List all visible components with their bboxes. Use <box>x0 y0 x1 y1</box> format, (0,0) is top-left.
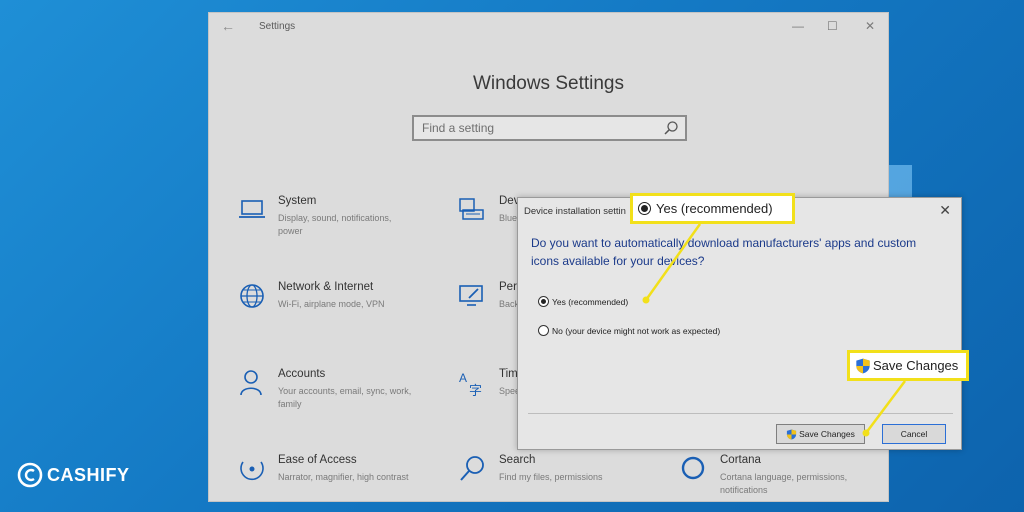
device-installation-dialog: Device installation settin ✕ Do you want… <box>517 197 962 450</box>
tile-desc: Narrator, magnifier, high contrast <box>278 472 409 482</box>
dialog-close-icon[interactable]: ✕ <box>939 202 951 219</box>
search-magnifier-icon[interactable] <box>663 120 679 136</box>
cancel-button[interactable]: Cancel <box>882 424 946 444</box>
radio-label: No (your device might not work as expect… <box>552 325 721 336</box>
save-changes-button[interactable]: Save Changes <box>776 424 865 444</box>
cashify-logo-text: CASHIFY <box>47 464 130 485</box>
tile-title: Network & Internet <box>278 281 374 293</box>
tile-title: Accounts <box>278 368 326 380</box>
dialog-divider <box>528 413 953 414</box>
callout-radio-icon <box>638 202 651 215</box>
search-input[interactable] <box>414 117 685 139</box>
radio-option-yes[interactable]: Yes (recommended) <box>538 296 628 307</box>
uac-shield-icon <box>787 428 797 440</box>
save-changes-label: Save Changes <box>799 429 855 439</box>
ease-of-access-icon <box>240 461 264 481</box>
cancel-label: Cancel <box>900 429 928 439</box>
callout-yes-text: Yes (recommended) <box>656 201 773 216</box>
svg-text:A: A <box>459 371 467 385</box>
devices-icon <box>459 198 484 220</box>
tile-desc: Wi-Fi, airplane mode, VPN <box>278 299 385 309</box>
radio-unselected-icon[interactable] <box>538 325 549 336</box>
dialog-question: Do you want to automatically download ma… <box>531 236 917 268</box>
cashify-logo: CASHIFY <box>17 462 130 488</box>
titlebar: ← Settings — ☐ ✕ <box>209 13 888 41</box>
laptop-icon <box>239 200 265 218</box>
callout-shield-icon <box>856 358 870 373</box>
maximize-icon[interactable]: ☐ <box>827 19 838 33</box>
window-title: Settings <box>259 21 296 32</box>
svg-text:字: 字 <box>469 383 482 398</box>
minimize-icon[interactable]: — <box>792 19 804 33</box>
radio-label: Yes (recommended) <box>552 296 629 307</box>
tile-desc: Display, sound, notifications, power <box>278 213 392 236</box>
callout-save-text: Save Changes <box>873 358 959 373</box>
tile-desc: Your accounts, email, sync, work, family <box>278 386 412 409</box>
callout-yes-recommended: Yes (recommended) <box>630 193 795 224</box>
radio-option-no[interactable]: No (your device might not work as expect… <box>538 325 720 336</box>
page-title: Windows Settings <box>472 73 624 94</box>
cortana-icon <box>681 456 705 480</box>
tile-title: Ease of Access <box>278 454 357 466</box>
dialog-title: Device installation settin <box>524 206 626 217</box>
back-arrow-icon[interactable]: ← <box>221 18 235 34</box>
search-box[interactable] <box>412 115 687 141</box>
tile-title: Search <box>499 454 536 466</box>
tile-desc: Find my files, permissions <box>499 472 603 482</box>
tile-desc: Cortana language, permissions, notificat… <box>720 472 848 495</box>
radio-selected-icon[interactable] <box>538 296 549 307</box>
tile-title: Tim <box>499 368 518 380</box>
search-icon <box>460 456 484 481</box>
cashify-logo-icon <box>17 462 43 488</box>
personalization-icon <box>459 285 483 306</box>
tile-title: System <box>278 195 317 207</box>
person-icon <box>240 370 262 396</box>
time-language-icon: A 字 <box>459 371 482 398</box>
globe-icon <box>240 284 264 308</box>
close-icon[interactable]: ✕ <box>865 19 875 33</box>
tile-title: Cortana <box>720 454 761 466</box>
callout-save-changes: Save Changes <box>847 350 969 381</box>
